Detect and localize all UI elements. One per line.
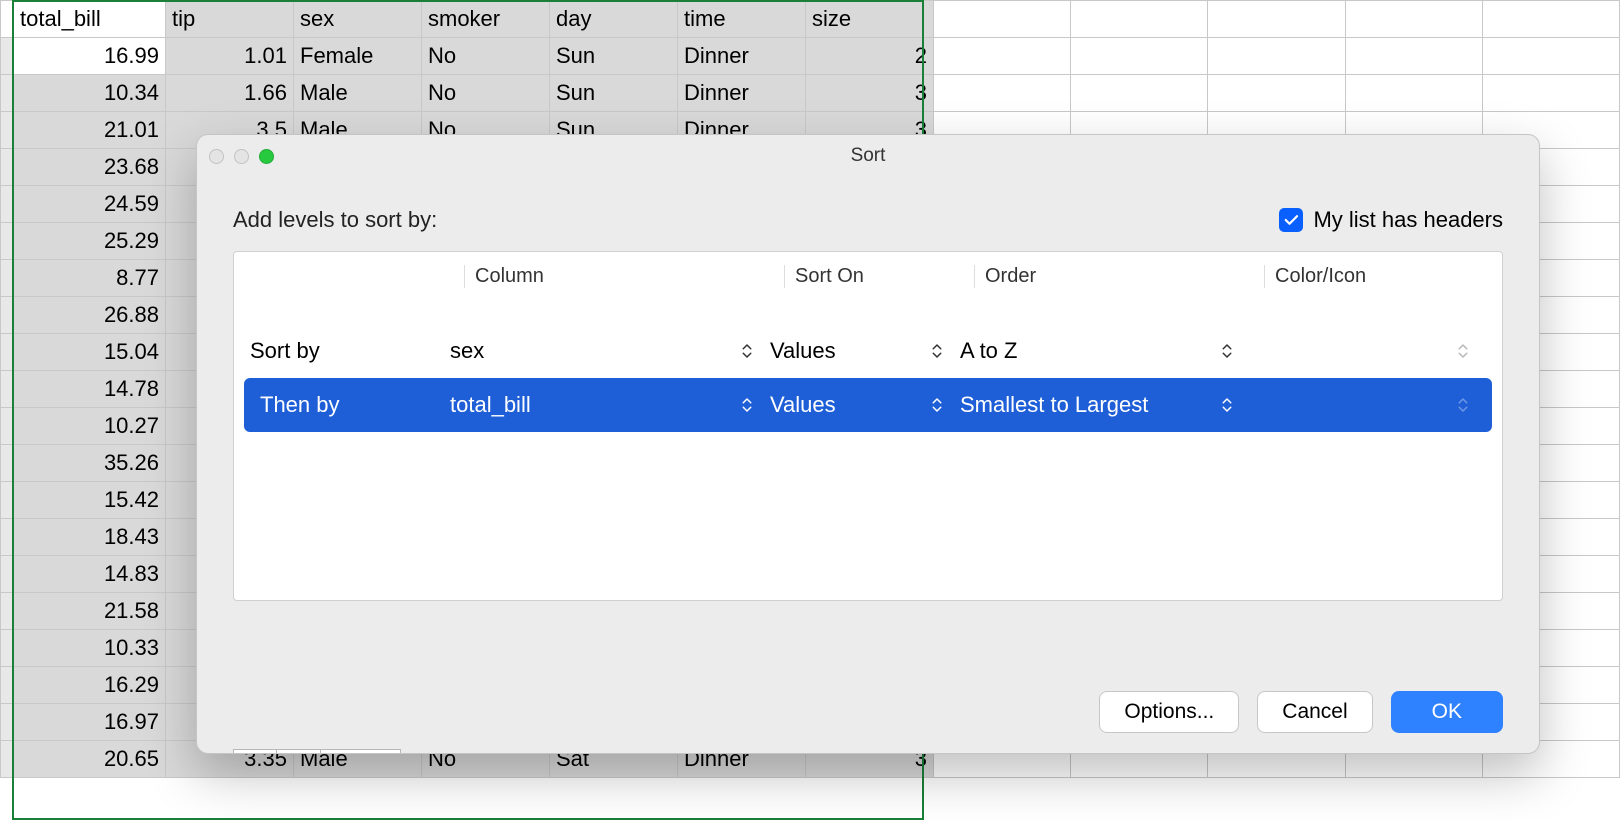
chevron-updown-icon [1218, 396, 1236, 414]
sort-order-select[interactable]: A to Z [960, 338, 1250, 364]
table-row: 16.99 1.01 Female No Sun Dinner 2 [1, 38, 1620, 75]
col-header[interactable]: size [806, 1, 934, 38]
cell[interactable]: 14.78 [14, 371, 166, 408]
cell[interactable]: 25.29 [14, 223, 166, 260]
cell[interactable]: 24.59 [14, 186, 166, 223]
cell[interactable]: 3 [806, 75, 934, 112]
minimize-icon[interactable] [234, 149, 249, 164]
close-icon[interactable] [209, 149, 224, 164]
ok-button[interactable]: OK [1391, 691, 1503, 733]
cell[interactable]: 15.42 [14, 482, 166, 519]
options-button[interactable]: Options... [1099, 691, 1239, 733]
sort-order-select[interactable]: Smallest to Largest [960, 392, 1250, 418]
cell[interactable]: 10.33 [14, 630, 166, 667]
sort-dialog: Sort Add levels to sort by: My list has … [196, 134, 1540, 754]
cell[interactable]: 10.34 [14, 75, 166, 112]
cell[interactable]: 35.26 [14, 445, 166, 482]
col-header-sorton: Sort On [784, 265, 974, 288]
chevron-updown-icon [1454, 396, 1472, 414]
col-header-order: Order [974, 265, 1264, 288]
table-header-row: total_bill tip sex smoker day time size [1, 1, 1620, 38]
headers-checkbox-label: My list has headers [1313, 207, 1503, 233]
sort-level-row[interactable]: Then by total_bill Values Smallest to La… [244, 378, 1492, 432]
sort-columns-header: Column Sort On Order Color/Icon [234, 252, 1502, 300]
chevron-updown-icon [928, 342, 946, 360]
sort-level-label: Then by [250, 392, 450, 418]
cell[interactable]: 21.01 [14, 112, 166, 149]
col-header[interactable]: tip [166, 1, 294, 38]
sort-on-select[interactable]: Values [770, 338, 960, 364]
cancel-button[interactable]: Cancel [1257, 691, 1372, 733]
cell[interactable]: 1.01 [166, 38, 294, 75]
titlebar: Sort [197, 135, 1539, 177]
cell[interactable]: 16.97 [14, 704, 166, 741]
col-header[interactable]: sex [294, 1, 422, 38]
col-header-coloricon: Color/Icon [1264, 265, 1502, 288]
cell[interactable]: No [422, 38, 550, 75]
remove-level-button[interactable]: − [277, 749, 321, 754]
cell[interactable]: Sun [550, 38, 678, 75]
col-header[interactable]: total_bill [14, 1, 166, 38]
chevron-updown-icon [928, 396, 946, 414]
sort-column-select[interactable]: sex [450, 338, 770, 364]
cell[interactable]: 2 [806, 38, 934, 75]
col-header[interactable]: day [550, 1, 678, 38]
cell[interactable]: 8.77 [14, 260, 166, 297]
col-header[interactable]: time [678, 1, 806, 38]
cell[interactable]: 21.58 [14, 593, 166, 630]
chevron-updown-icon [1218, 342, 1236, 360]
copy-level-button[interactable]: Copy [321, 749, 401, 754]
cell[interactable]: 14.83 [14, 556, 166, 593]
headers-checkbox[interactable]: My list has headers [1279, 207, 1503, 233]
cell[interactable]: 1.66 [166, 75, 294, 112]
zoom-icon[interactable] [259, 149, 274, 164]
cell[interactable]: 15.04 [14, 334, 166, 371]
table-row: 10.34 1.66 Male No Sun Dinner 3 [1, 75, 1620, 112]
cell[interactable]: 23.68 [14, 149, 166, 186]
sort-level-row[interactable]: Sort by sex Values A to Z [234, 324, 1502, 378]
chevron-updown-icon [738, 396, 756, 414]
sort-column-select[interactable]: total_bill [450, 392, 770, 418]
cell[interactable]: Dinner [678, 75, 806, 112]
cell[interactable]: No [422, 75, 550, 112]
cell[interactable]: Sun [550, 75, 678, 112]
cell[interactable]: 10.27 [14, 408, 166, 445]
cell[interactable]: Dinner [678, 38, 806, 75]
cell[interactable]: 26.88 [14, 297, 166, 334]
cell[interactable]: 18.43 [14, 519, 166, 556]
dialog-prompt: Add levels to sort by: [233, 207, 437, 233]
sort-level-label: Sort by [250, 338, 450, 364]
col-header[interactable]: smoker [422, 1, 550, 38]
sort-levels-panel: Column Sort On Order Color/Icon Sort by … [233, 251, 1503, 601]
cell[interactable]: Female [294, 38, 422, 75]
sort-on-select[interactable]: Values [770, 392, 960, 418]
col-header-column: Column [464, 265, 784, 288]
dialog-title: Sort [197, 145, 1539, 167]
chevron-updown-icon [738, 342, 756, 360]
chevron-updown-icon [1454, 342, 1472, 360]
sort-coloricon-select[interactable] [1250, 396, 1486, 414]
cell[interactable]: 16.29 [14, 667, 166, 704]
cell[interactable]: Male [294, 75, 422, 112]
add-level-button[interactable]: + [233, 749, 277, 754]
cell[interactable]: 20.65 [14, 741, 166, 778]
checkmark-icon [1279, 208, 1303, 232]
cell[interactable]: 16.99 [14, 38, 166, 75]
sort-coloricon-select[interactable] [1250, 342, 1486, 360]
